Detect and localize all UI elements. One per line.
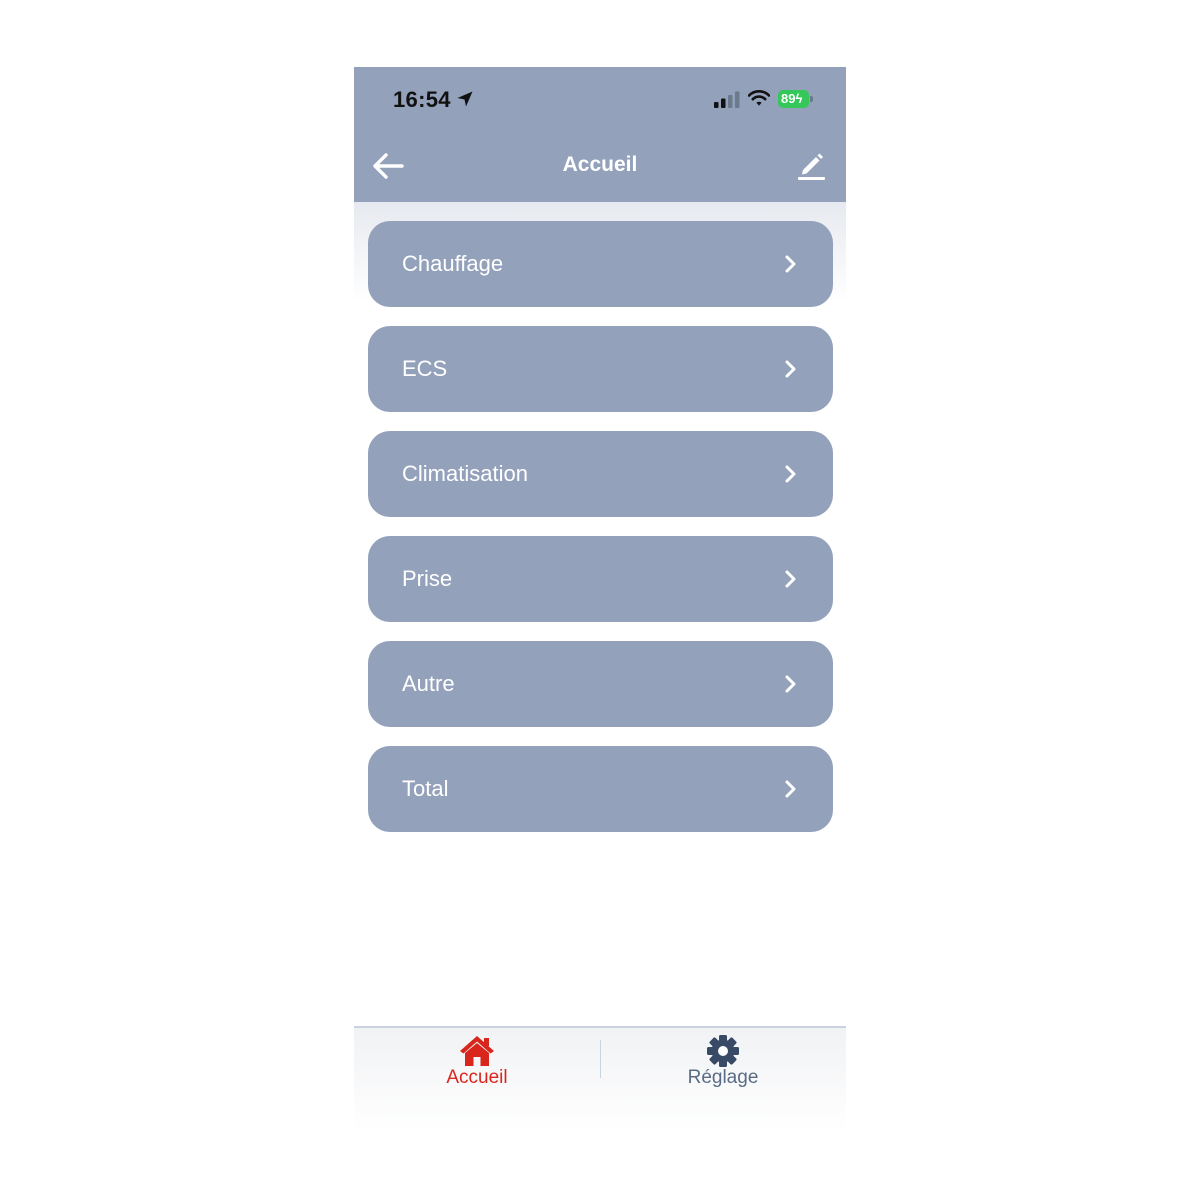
battery-body: 89ϟ	[778, 90, 809, 108]
menu-item-autre[interactable]: Autre	[368, 641, 833, 727]
chevron-right-icon	[785, 675, 796, 693]
chevron-right-icon	[785, 570, 796, 588]
charging-bolt-icon: ϟ	[795, 91, 803, 106]
gear-icon	[707, 1035, 739, 1067]
edit-button[interactable]	[796, 148, 828, 182]
home-icon	[460, 1036, 494, 1066]
status-time: 16:54	[393, 87, 451, 112]
menu-item-prise[interactable]: Prise	[368, 536, 833, 622]
chevron-right-icon	[785, 465, 796, 483]
menu-item-total[interactable]: Total	[368, 746, 833, 832]
pencil-icon	[798, 153, 825, 180]
menu-item-label: Autre	[402, 671, 455, 696]
chevron-right-icon	[785, 780, 796, 798]
chevron-right-icon	[785, 255, 796, 273]
menu-item-ecs[interactable]: ECS	[368, 326, 833, 412]
battery-indicator: 89ϟ	[778, 90, 813, 108]
menu-item-chauffage[interactable]: Chauffage	[368, 221, 833, 307]
battery-level: 89	[781, 91, 796, 106]
menu-item-climatisation[interactable]: Climatisation	[368, 431, 833, 517]
tab-label-accueil: Accueil	[446, 1067, 508, 1088]
phone-screen: 16:54 89ϟ Accueil Chauffage ECS Climatis…	[354, 67, 846, 1130]
status-bar: 16:54 89ϟ	[354, 67, 846, 133]
menu-item-label: Total	[402, 776, 449, 801]
page-title: Accueil	[562, 153, 638, 176]
wifi-icon	[748, 90, 770, 106]
menu-item-label: Prise	[402, 566, 453, 591]
tab-bar: Accueil Réglage	[354, 1026, 846, 1130]
tab-accueil[interactable]: Accueil	[354, 1028, 600, 1130]
menu-item-label: ECS	[402, 356, 448, 381]
menu-list: Chauffage ECS Climatisation Prise Autre …	[368, 221, 833, 851]
menu-item-label: Chauffage	[402, 251, 504, 276]
battery-cap	[810, 96, 813, 102]
cellular-signal-icon	[714, 91, 740, 108]
navigation-bar: Accueil	[354, 133, 846, 202]
menu-item-label: Climatisation	[402, 461, 528, 486]
location-arrow-icon	[457, 91, 473, 107]
tab-label-reglage: Réglage	[687, 1067, 759, 1088]
app-header: 16:54 89ϟ Accueil	[354, 67, 846, 202]
chevron-right-icon	[785, 360, 796, 378]
tab-reglage[interactable]: Réglage	[600, 1028, 846, 1130]
